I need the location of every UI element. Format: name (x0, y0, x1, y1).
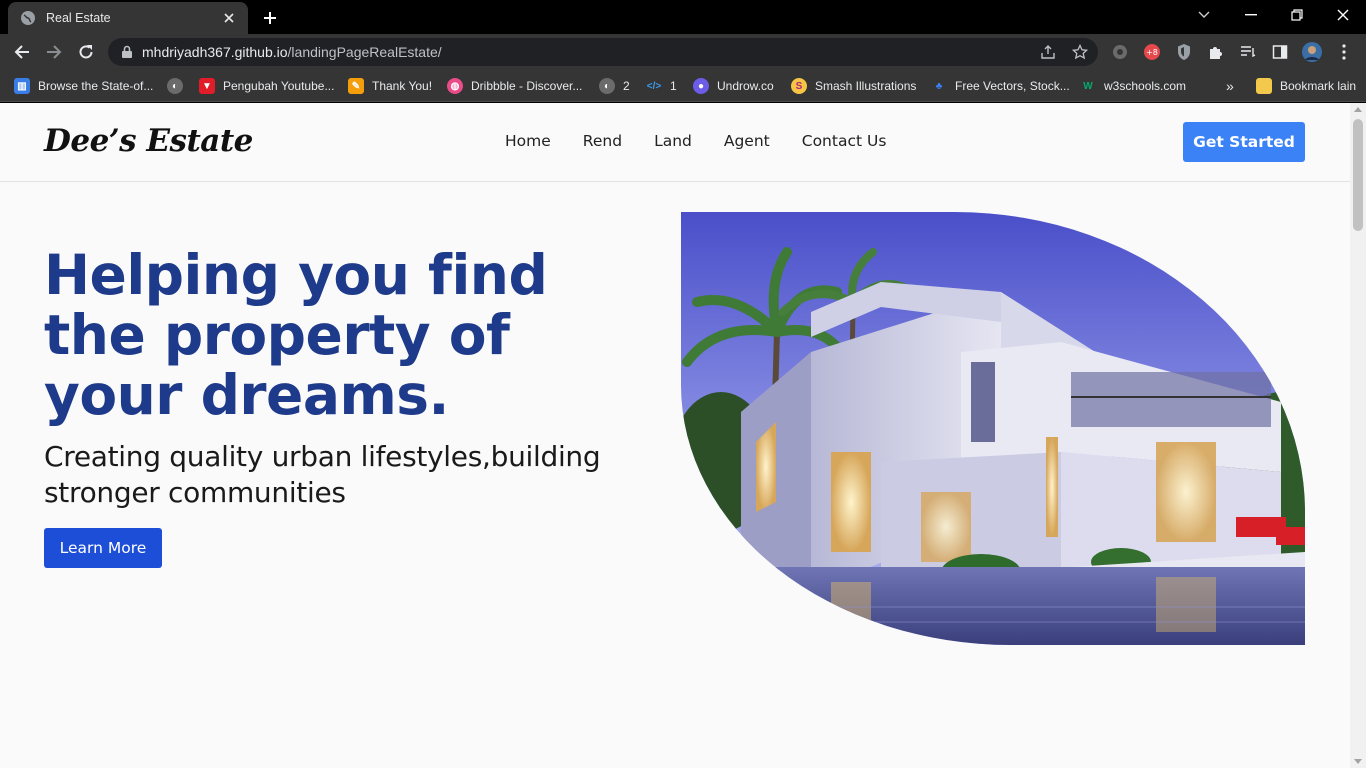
bookmark-label: Undrow.co (717, 79, 774, 93)
scroll-up-arrow-icon[interactable] (1354, 107, 1362, 112)
browser-tab[interactable]: Real Estate (8, 2, 248, 34)
globe-icon (20, 10, 36, 26)
url-path: /landingPageRealEstate/ (287, 44, 442, 60)
reload-icon[interactable] (74, 40, 98, 64)
bookmark-label: Dribbble - Discover... (471, 79, 583, 93)
restore-icon[interactable] (1283, 4, 1311, 26)
shield-icon[interactable] (1174, 42, 1194, 62)
tab-search-icon[interactable] (1190, 4, 1218, 26)
smash-icon: S (791, 78, 807, 94)
scroll-down-arrow-icon[interactable] (1354, 759, 1362, 764)
side-panel-icon[interactable] (1270, 42, 1290, 62)
nav-link-contact-us[interactable]: Contact Us (802, 132, 887, 150)
bookmark-label: Thank You! (372, 79, 433, 93)
bookmark-label: 1 (670, 79, 677, 93)
dribbble-icon: ◍ (447, 78, 463, 94)
bookmark-item[interactable]: S Smash Illustrations (791, 76, 916, 96)
bookmark-item[interactable]: ✎ Thank You! (348, 76, 432, 96)
globe-icon: ◐ (599, 78, 615, 94)
globe-icon: ◐ (167, 78, 183, 94)
freepik-icon: ♣ (935, 80, 943, 92)
more-menu-icon[interactable] (1334, 42, 1354, 62)
bookmark-label: Free Vectors, Stock... (955, 79, 1070, 93)
tab-title: Real Estate (46, 11, 111, 25)
bookmark-label: Pengubah Youtube... (223, 79, 335, 93)
minimize-icon[interactable] (1237, 4, 1265, 26)
paperswithcode-icon: ▥ (14, 78, 30, 94)
get-started-button[interactable]: Get Started (1183, 122, 1305, 162)
youtube-converter-icon: ▼ (199, 78, 215, 94)
bookmark-item[interactable]: ◐ (167, 76, 191, 96)
address-bar[interactable]: mhdriyadh367.github.io/landingPageRealEs… (108, 38, 1098, 66)
nav-link-agent[interactable]: Agent (724, 132, 770, 150)
undraw-icon: ● (693, 78, 709, 94)
bookmark-star-icon[interactable] (1071, 43, 1089, 60)
w3schools-icon: W (1083, 80, 1093, 92)
browser-tab-strip: Real Estate (0, 0, 1366, 34)
page-viewport: Dee’s Estate Home Rend Land Agent Contac… (0, 103, 1350, 768)
url-host: mhdriyadh367.github.io (142, 44, 288, 60)
reading-list-icon[interactable] (1238, 42, 1258, 62)
pencil-icon: ✎ (348, 78, 364, 94)
scrollbar-thumb[interactable] (1353, 119, 1363, 231)
new-tab-button[interactable] (258, 6, 282, 30)
folder-icon (1256, 78, 1272, 94)
share-icon[interactable] (1040, 44, 1056, 60)
bookmark-label: Browse the State-of... (38, 79, 154, 93)
bookmark-label: w3schools.com (1104, 79, 1187, 93)
nav-link-land[interactable]: Land (654, 132, 692, 150)
profile-avatar[interactable] (1302, 42, 1322, 62)
bookmark-item[interactable]: ◐ 2 (599, 76, 630, 96)
main-nav: Home Rend Land Agent Contact Us (505, 132, 886, 150)
bookmark-item[interactable]: </> 1 (646, 76, 677, 96)
bookmark-item[interactable]: ▼ Pengubah Youtube... (199, 76, 334, 96)
forward-arrow-icon[interactable] (42, 40, 66, 64)
bookmark-label: 2 (623, 79, 630, 93)
nav-link-home[interactable]: Home (505, 132, 551, 150)
site-logo[interactable]: Dee’s Estate (44, 123, 253, 159)
bookmark-label: Smash Illustrations (815, 79, 917, 93)
close-window-icon[interactable] (1329, 4, 1357, 26)
bookmark-item[interactable]: ◍ Dribbble - Discover... (447, 76, 582, 96)
page-scrollbar[interactable] (1350, 103, 1366, 768)
learn-more-button[interactable]: Learn More (44, 528, 162, 568)
lock-icon[interactable] (120, 45, 134, 59)
browser-toolbar: mhdriyadh367.github.io/landingPageRealEs… (0, 34, 1366, 70)
hero-house-image (681, 212, 1305, 645)
bookmarks-bar: ▥ Browse the State-of... ◐ ▼ Pengubah Yo… (0, 70, 1366, 102)
back-arrow-icon[interactable] (10, 40, 34, 64)
bookmark-item[interactable]: W w3schools.com (1080, 76, 1186, 96)
extension-badge-icon[interactable]: +8 (1142, 42, 1162, 62)
hero-title: Helping you find the property of your dr… (44, 243, 548, 427)
close-tab-icon[interactable] (220, 9, 238, 27)
bookmark-item[interactable]: ● Undrow.co (693, 76, 774, 96)
site-header: Dee’s Estate Home Rend Land Agent Contac… (0, 103, 1350, 182)
extension-gear-icon[interactable] (1110, 42, 1130, 62)
puzzle-icon[interactable] (1206, 42, 1226, 62)
other-bookmarks-folder[interactable]: Bookmark lain (1256, 76, 1356, 96)
code-icon: </> (646, 80, 662, 92)
bookmark-item[interactable]: ♣ Free Vectors, Stock... (931, 76, 1070, 96)
svg-text:+8: +8 (1146, 48, 1158, 57)
bookmarks-overflow-button[interactable]: » (1226, 76, 1234, 96)
bookmark-label: Bookmark lain (1280, 79, 1357, 93)
nav-link-rend[interactable]: Rend (583, 132, 622, 150)
url-text: mhdriyadh367.github.io/landingPageRealEs… (142, 44, 442, 60)
bookmark-item[interactable]: ▥ Browse the State-of... (14, 76, 153, 96)
hero-subtitle: Creating quality urban lifestyles,buildi… (44, 440, 601, 509)
